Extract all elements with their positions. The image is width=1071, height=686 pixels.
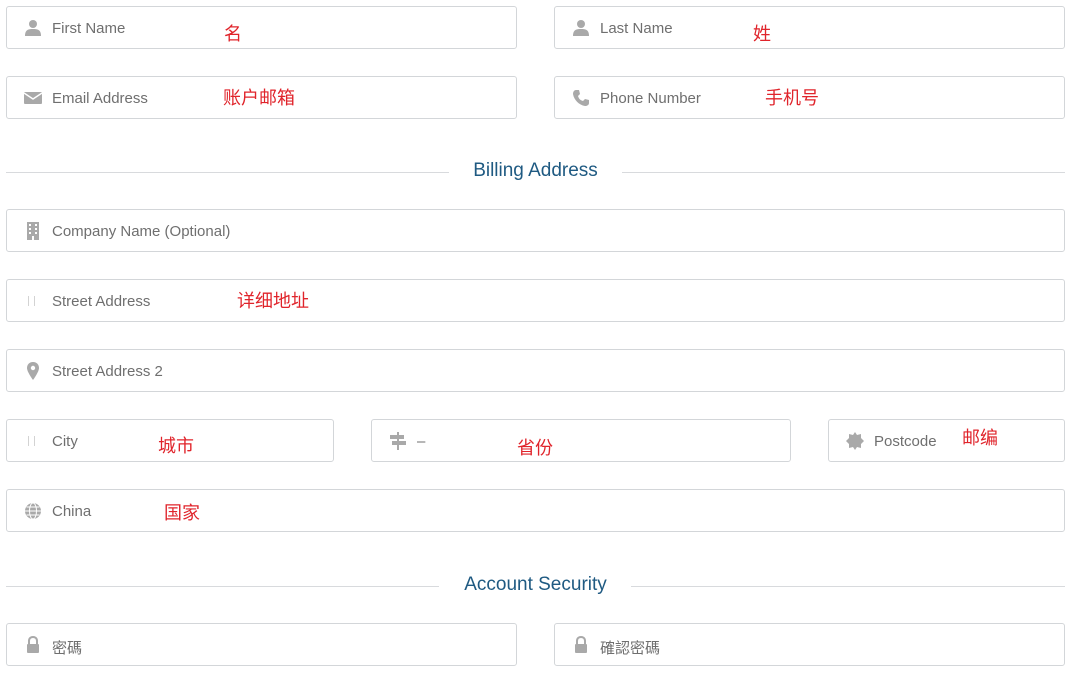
- company-name-field[interactable]: Company Name (Optional): [6, 209, 1065, 252]
- city-icon: [24, 432, 42, 450]
- map-marker-icon: [24, 362, 42, 380]
- phone-icon: [572, 89, 590, 107]
- password-field[interactable]: 密碼: [6, 623, 517, 666]
- confirm-password-field[interactable]: 確認密碼: [554, 623, 1065, 666]
- street-address-placeholder: Street Address: [52, 293, 151, 310]
- state-annotation: 省份: [517, 438, 553, 459]
- country-value: China: [52, 503, 92, 520]
- user-icon: [572, 19, 590, 37]
- street-address-field[interactable]: Street Address: [6, 279, 1065, 322]
- account-security-divider: Account Security: [6, 574, 1065, 598]
- billing-address-title: Billing Address: [473, 160, 598, 181]
- street-address-2-placeholder: Street Address 2: [52, 363, 163, 380]
- city-placeholder: City: [52, 433, 78, 450]
- password-placeholder: 密碼: [52, 640, 83, 657]
- certificate-icon: [846, 432, 864, 450]
- state-value: –: [417, 433, 426, 450]
- postcode-annotation: 邮编: [962, 428, 998, 449]
- globe-icon: [24, 502, 42, 520]
- user-icon: [24, 19, 42, 37]
- lock-icon: [24, 636, 42, 654]
- company-name-placeholder: Company Name (Optional): [52, 223, 231, 240]
- last-name-field[interactable]: Last Name: [554, 6, 1065, 49]
- city-annotation: 城市: [158, 436, 194, 457]
- first-name-annotation: 名: [224, 24, 242, 45]
- postcode-field[interactable]: Postcode: [828, 419, 1065, 462]
- phone-placeholder: Phone Number: [600, 90, 701, 107]
- state-select[interactable]: –: [371, 419, 791, 462]
- account-security-title: Account Security: [464, 574, 607, 595]
- signpost-icon: [389, 432, 407, 450]
- billing-address-divider: Billing Address: [6, 160, 1065, 184]
- email-annotation: 账户邮箱: [223, 88, 295, 109]
- phone-annotation: 手机号: [765, 88, 819, 109]
- first-name-field[interactable]: First Name: [6, 6, 517, 49]
- postcode-placeholder: Postcode: [874, 433, 937, 450]
- map-marker-icon: [24, 292, 42, 310]
- building-icon: [24, 222, 42, 240]
- country-annotation: 国家: [164, 503, 200, 524]
- first-name-placeholder: First Name: [52, 20, 126, 37]
- confirm-password-placeholder: 確認密碼: [600, 640, 661, 657]
- street-address-2-field[interactable]: Street Address 2: [6, 349, 1065, 392]
- street-address-annotation: 详细地址: [237, 291, 309, 312]
- email-placeholder: Email Address: [52, 90, 148, 107]
- lock-icon: [572, 636, 590, 654]
- last-name-placeholder: Last Name: [600, 20, 673, 37]
- last-name-annotation: 姓: [753, 24, 771, 45]
- envelope-icon: [24, 89, 42, 107]
